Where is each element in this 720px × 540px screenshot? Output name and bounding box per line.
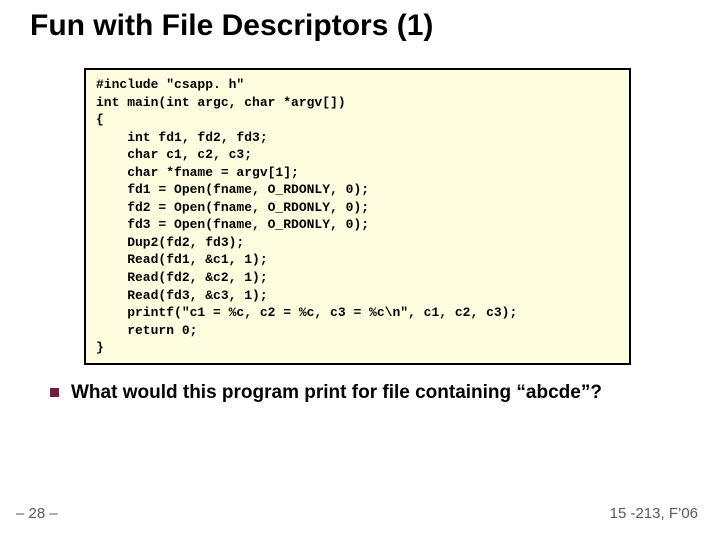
question-text: What would this program print for file c…	[71, 382, 602, 403]
slide-title: Fun with File Descriptors (1)	[30, 9, 433, 43]
question-bullet: What would this program print for file c…	[50, 382, 690, 404]
bullet-square-icon	[50, 388, 59, 397]
slide: Fun with File Descriptors (1) #include "…	[0, 0, 720, 540]
page-number: – 28 –	[16, 505, 58, 522]
code-block: #include "csapp. h" int main(int argc, c…	[84, 68, 631, 365]
course-label: 15 -213, F’06	[610, 505, 698, 522]
